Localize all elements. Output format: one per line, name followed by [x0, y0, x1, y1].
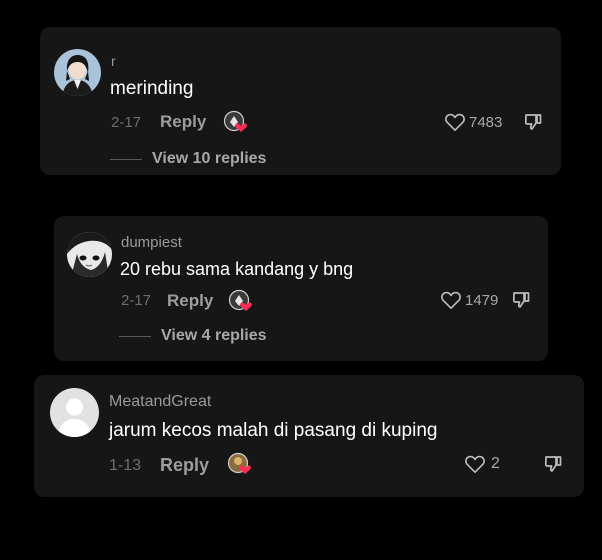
comment-date: 2-17	[111, 114, 142, 131]
creator-liked-badge	[227, 289, 255, 315]
creator-liked-heart-icon	[227, 452, 251, 474]
like-count: 7483	[469, 113, 503, 131]
comment-username[interactable]: dumpiest	[121, 234, 182, 251]
like-count: 2	[491, 455, 500, 472]
like-button[interactable]: 2	[464, 454, 500, 474]
view-replies-link[interactable]: View 4 replies	[119, 327, 267, 345]
dislike-button[interactable]	[543, 454, 563, 479]
heart-outline-icon	[465, 455, 485, 473]
reply-button[interactable]: Reply	[167, 291, 213, 311]
creator-liked-heart-icon	[228, 289, 252, 311]
avatar-meatandgreat[interactable]	[50, 388, 99, 437]
dislike-button[interactable]	[511, 290, 531, 315]
creator-liked-heart-icon	[223, 110, 247, 132]
comment-date: 2-17	[121, 292, 152, 309]
replies-divider-line	[110, 158, 142, 160]
dislike-button[interactable]	[523, 112, 543, 137]
avatar-r[interactable]	[54, 49, 101, 96]
comment-text: 20 rebu sama kandang y bng	[120, 259, 354, 279]
avatar-dumpiest[interactable]	[67, 232, 112, 277]
view-replies-link[interactable]: View 10 replies	[110, 150, 266, 168]
replies-divider-line	[119, 335, 151, 337]
reply-button[interactable]: Reply	[160, 112, 206, 132]
view-replies-label: View 10 replies	[152, 150, 267, 167]
creator-liked-badge	[226, 452, 254, 478]
like-button[interactable]: 1479	[440, 290, 498, 310]
thumbs-down-icon	[512, 292, 530, 308]
reply-button[interactable]: Reply	[160, 455, 209, 476]
like-button[interactable]: 7483	[444, 112, 502, 132]
comment-username[interactable]: MeatandGreat	[109, 393, 211, 411]
comment-date: 1-13	[109, 457, 142, 474]
thumbs-down-icon	[524, 114, 542, 130]
heart-outline-icon	[441, 291, 461, 309]
heart-outline-icon	[445, 113, 465, 131]
comment-username[interactable]: r	[111, 53, 116, 69]
like-count: 1479	[465, 291, 499, 309]
comment-text: merinding	[110, 78, 194, 99]
thumbs-down-icon	[544, 456, 562, 472]
view-replies-label: View 4 replies	[161, 327, 267, 344]
comment-text: jarum kecos malah di pasang di kuping	[109, 420, 438, 441]
creator-liked-badge	[222, 110, 250, 136]
